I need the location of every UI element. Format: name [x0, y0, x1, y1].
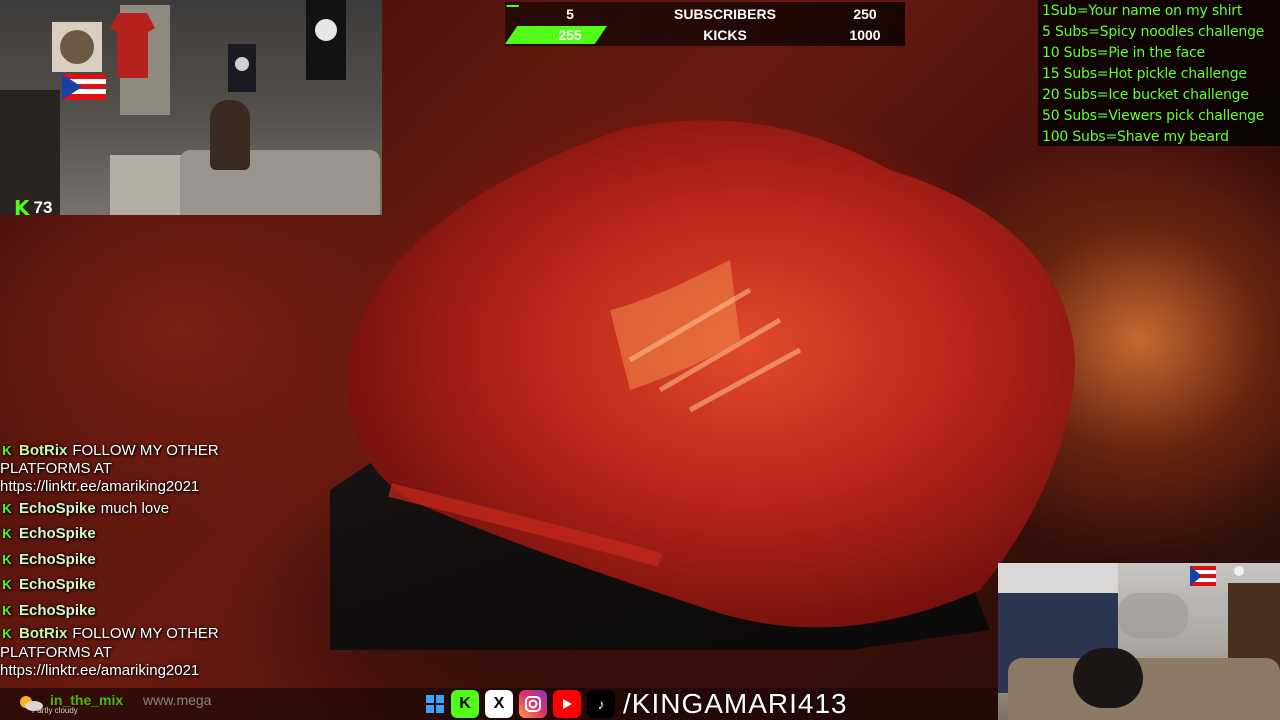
- chat-message: K EchoSpike: [0, 522, 330, 548]
- kick-icon: K: [2, 443, 12, 458]
- sub-goal-item: 50 Subs=Viewers pick challenge: [1042, 108, 1265, 124]
- sub-goal-item: 15 Subs=Hot pickle challenge: [1042, 66, 1247, 82]
- spicy-meat-image: [330, 110, 1080, 650]
- chat-username: EchoSpike: [19, 525, 96, 543]
- chat-message: K EchoSpike: [0, 547, 330, 573]
- subscribers-goal: 5 SUBSCRIBERS 250: [505, 4, 905, 24]
- windows-start-icon[interactable]: [425, 694, 445, 714]
- kicks-target: 1000: [849, 27, 881, 43]
- subscribers-current: 5: [566, 6, 574, 22]
- chat-link[interactable]: https://linktr.ee/amariking2021: [0, 662, 330, 680]
- chat-username: EchoSpike: [19, 499, 96, 517]
- chat-message: K BotRix FOLLOW MY OTHER PLATFORMS AT ht…: [0, 624, 330, 680]
- chat-username: EchoSpike: [19, 601, 96, 619]
- chat-text: FOLLOW MY OTHER: [72, 624, 219, 642]
- chat-message: K EchoSpike: [0, 598, 330, 624]
- sub-goal-item: 1Sub=Your name on my shirt: [1042, 3, 1243, 19]
- chat-overlay: K BotRix FOLLOW MY OTHER PLATFORMS AT ht…: [0, 442, 330, 692]
- streamer-webcam-top: K 73: [0, 0, 382, 215]
- panda-poster: [306, 0, 346, 80]
- kick-follower-count: K 73: [14, 196, 52, 215]
- subscribers-target: 250: [853, 6, 877, 22]
- chat-text: much love: [100, 499, 170, 517]
- chat-username: EchoSpike: [19, 576, 96, 594]
- chat-message: K EchoSpike: [0, 573, 330, 599]
- kick-icon: K: [14, 196, 30, 215]
- streamer-figure: [1073, 648, 1143, 708]
- kick-icon: K: [2, 551, 12, 567]
- sub-goal-item: 5 Subs=Spicy noodles challenge: [1042, 24, 1265, 40]
- kick-icon[interactable]: K: [451, 690, 479, 718]
- kick-icon: K: [2, 526, 12, 542]
- wall-clock-icon: [1234, 566, 1244, 576]
- side-table: [110, 155, 185, 215]
- kicks-label: KICKS: [703, 27, 747, 43]
- kicks-current: 255: [558, 27, 582, 43]
- sub-goals-list: 1Sub=Your name on my shirt 5 Subs=Spicy …: [1038, 0, 1280, 146]
- chat-text: PLATFORMS AT: [0, 460, 112, 477]
- kick-icon: K: [2, 500, 12, 516]
- tiktok-icon[interactable]: ♪: [587, 690, 615, 718]
- puerto-rico-flag: [1190, 566, 1216, 586]
- kick-icon: K: [2, 577, 12, 593]
- chat-message: K BotRix FOLLOW MY OTHER PLATFORMS AT ht…: [0, 442, 330, 496]
- channel-handle: /KINGAMARI413: [623, 688, 848, 719]
- streamer-webcam-bottom: [998, 563, 1280, 720]
- subscribers-label: SUBSCRIBERS: [674, 6, 776, 22]
- ticker-url: www.mega: [143, 692, 212, 708]
- chat-link[interactable]: https://linktr.ee/amariking2021: [0, 478, 330, 496]
- x-icon[interactable]: X: [485, 690, 513, 718]
- motion-blur: [1118, 593, 1188, 638]
- youtube-icon[interactable]: [553, 690, 581, 718]
- poster-frame: [228, 44, 256, 92]
- kick-icon: K: [2, 602, 12, 618]
- chat-username: BotRix: [19, 442, 68, 459]
- goals-bar: 5 SUBSCRIBERS 250 255 KICKS 1000: [505, 2, 905, 46]
- sub-goal-item: 20 Subs=Ice bucket challenge: [1042, 87, 1249, 103]
- lion-poster: [52, 22, 102, 72]
- chat-message: K EchoSpike much love: [0, 496, 330, 522]
- streamer-figure: [210, 100, 250, 170]
- instagram-icon[interactable]: [519, 690, 547, 718]
- sub-goal-item: 10 Subs=Pie in the face: [1042, 45, 1205, 61]
- subscribers-progress-fill: [505, 5, 519, 25]
- chat-username: EchoSpike: [19, 550, 96, 568]
- chat-username: BotRix: [19, 624, 68, 642]
- wall: [998, 563, 1118, 593]
- kicks-goal: 255 KICKS 1000: [505, 25, 905, 45]
- social-bar: K X ♪ /KINGAMARI413: [425, 688, 848, 720]
- kick-icon: K: [2, 625, 12, 641]
- sub-goal-item: 100 Subs=Shave my beard: [1042, 129, 1229, 145]
- red-shirt: [110, 13, 155, 78]
- chat-text: PLATFORMS AT: [0, 643, 112, 661]
- chat-text: FOLLOW MY OTHER: [72, 442, 219, 459]
- ticker-user: in_the_mix: [50, 692, 124, 708]
- kick-count: 73: [33, 198, 53, 215]
- bed: [1008, 658, 1280, 720]
- puerto-rico-flag: [62, 74, 106, 100]
